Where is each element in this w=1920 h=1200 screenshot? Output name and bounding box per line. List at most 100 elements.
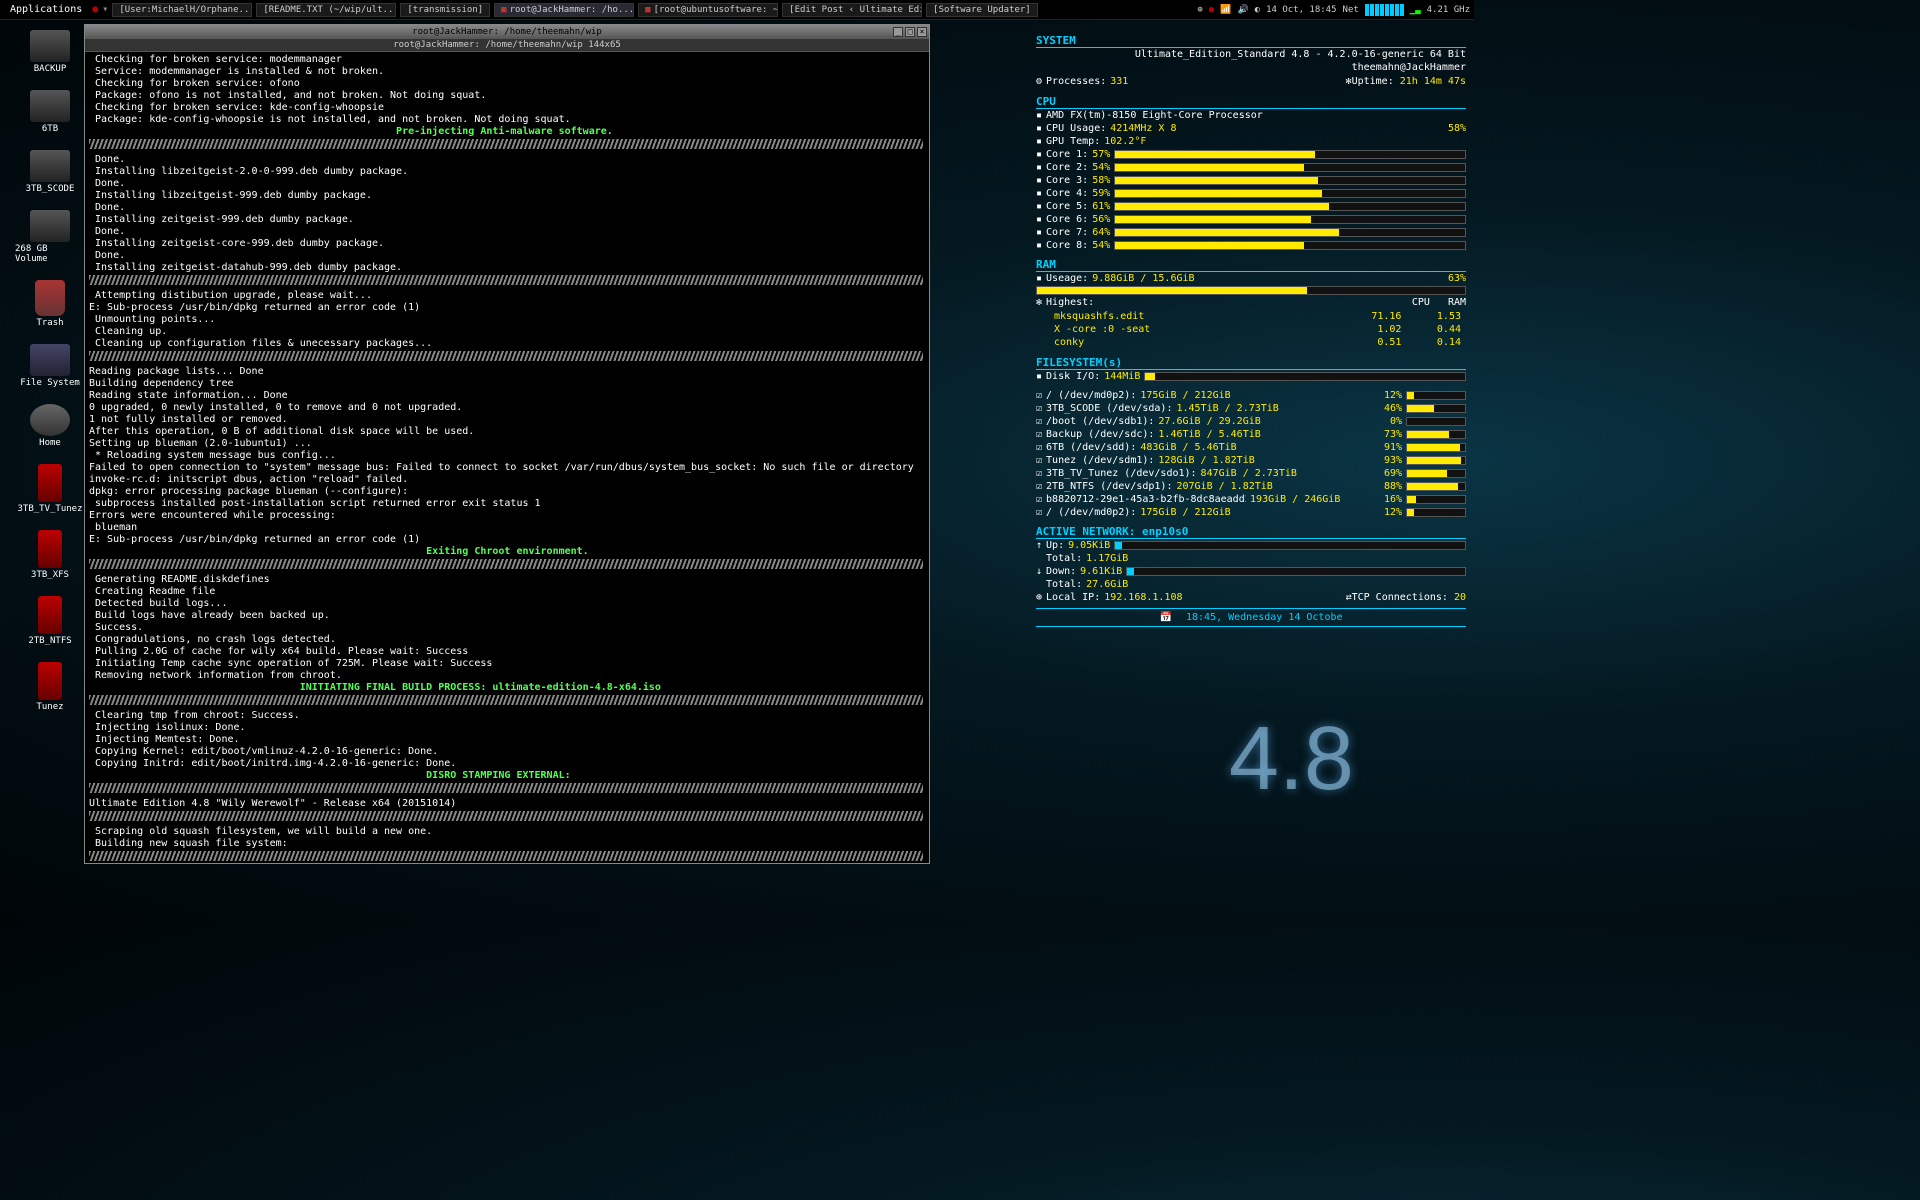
tcp-connections: 20 <box>1454 592 1466 603</box>
brand-version: 4.8 <box>1229 708 1354 811</box>
desktop-icon-2tb-ntfs[interactable]: 2TB_NTFS <box>15 596 85 646</box>
icon-label: 2TB_NTFS <box>28 636 71 646</box>
icon-label: 3TB_SCODE <box>26 184 75 194</box>
system-title: Ultimate_Edition_Standard 4.8 - 4.2.0-16… <box>1036 48 1466 61</box>
ram-usage: 9.88GiB / 15.6GiB <box>1092 273 1194 284</box>
taskbar-item[interactable]: [User:MichaelH/Orphane... <box>112 3 252 17</box>
icon-label: 3TB_XFS <box>31 570 69 580</box>
conky-datetime: 18:45, Wednesday 14 Octobe <box>1186 612 1343 623</box>
desktop-icon-file-system[interactable]: File System <box>15 344 85 388</box>
panel-icon[interactable]: ▾ <box>102 4 108 15</box>
tray-icon[interactable]: ⊕ <box>1197 5 1202 15</box>
panel-icon[interactable]: ● <box>92 4 98 15</box>
filesystem-row: ☑/ (/dev/md0p2): 175GiB / 212GiB12% <box>1036 506 1466 519</box>
cpu-freq: 4.21 GHz <box>1427 5 1470 15</box>
filesystem-row: ☑Backup (/dev/sdc): 1.46TiB / 5.46TiB73% <box>1036 428 1466 441</box>
taskbar: Applications ● ▾ [User:MichaelH/Orphane.… <box>0 0 1474 20</box>
top-processes: mksquashfs.edit71.161.53 X -core :0 -seat… <box>1036 309 1466 350</box>
icon-label: 3TB_TV_Tunez <box>17 504 82 514</box>
icon-label: Tunez <box>36 702 63 712</box>
cpu-core-row: ▪Core 1: 57% <box>1036 148 1466 161</box>
volume-icon[interactable]: 🔊 <box>1237 5 1248 15</box>
gpu-temp: 102.2°F <box>1104 136 1146 147</box>
desktop-icons: BACKUP 6TB 3TB_SCODE 268 GB Volume Trash File… <box>15 30 85 712</box>
cpu-core-row: ▪Core 4: 59% <box>1036 187 1466 200</box>
icon-label: BACKUP <box>34 64 67 74</box>
filesystem-row: ☑2TB_NTFS (/dev/sdp1): 207GiB / 1.82TiB8… <box>1036 480 1466 493</box>
filesystem-header: FILESYSTEM(s) <box>1036 356 1466 370</box>
terminal-output[interactable]: Checking for broken service: modemmanage… <box>85 52 929 863</box>
cpu-core-row: ▪Core 2: 54% <box>1036 161 1466 174</box>
clock[interactable]: 14 Oct, 18:45 <box>1266 5 1336 15</box>
process-row: conky0.510.14 <box>1038 337 1464 348</box>
tray-icon[interactable]: ● <box>1209 5 1214 15</box>
tray-icon[interactable]: ◐ <box>1255 5 1260 15</box>
filesystem-row: ☑/boot (/dev/sdb1): 27.6GiB / 29.2GiB0% <box>1036 415 1466 428</box>
filesystem-row: ☑6TB (/dev/sdd): 483GiB / 5.46TiB91% <box>1036 441 1466 454</box>
disk-io: 144MiB <box>1104 371 1140 382</box>
drive-icon <box>30 210 70 242</box>
system-user: theemahn@JackHammer <box>1036 61 1466 74</box>
taskbar-item[interactable]: [transmission] <box>400 3 490 17</box>
local-ip: 192.168.1.108 <box>1104 592 1182 603</box>
desktop-icon-backup[interactable]: BACKUP <box>15 30 85 74</box>
desktop-icon-6tb[interactable]: 6TB <box>15 90 85 134</box>
icon-label: Trash <box>36 318 63 328</box>
desktop-icon-3tb-xfs[interactable]: 3TB_XFS <box>15 530 85 580</box>
desktop-icon-tunez[interactable]: Tunez <box>15 662 85 712</box>
applications-menu[interactable]: Applications <box>4 3 88 16</box>
desktop-icon-3tb-scode[interactable]: 3TB_SCODE <box>15 150 85 194</box>
taskbar-item[interactable]: [Edit Post ‹ Ultimate Edi... <box>782 3 922 17</box>
drive-icon <box>30 150 70 182</box>
system-monitor: SYSTEM Ultimate_Edition_Standard 4.8 - 4… <box>1036 28 1466 627</box>
taskbar-item[interactable]: ■root@JackHammer: /ho... <box>494 3 634 17</box>
net-up-bar <box>1114 541 1466 550</box>
wifi-icon[interactable]: 📶 <box>1220 5 1231 15</box>
close-button[interactable]: × <box>917 27 927 37</box>
cpu-usage-pct: 58% <box>1448 123 1466 134</box>
cpu-meter-icon <box>1365 4 1404 16</box>
cpu-core-row: ▪Core 7: 64% <box>1036 226 1466 239</box>
drive-icon <box>38 596 62 634</box>
cpu-freq-value: 4214MHz X 8 <box>1110 123 1176 134</box>
filesystem-row: ☑3TB_SCODE (/dev/sda): 1.45TiB / 2.73TiB… <box>1036 402 1466 415</box>
net-up: 9.05KiB <box>1068 540 1110 551</box>
window-title: root@JackHammer: /home/theemahn/wip <box>412 27 602 37</box>
icon-label: 6TB <box>42 124 58 134</box>
ram-header: RAM <box>1036 258 1466 272</box>
drive-icon <box>30 404 70 436</box>
minimize-button[interactable]: _ <box>893 27 903 37</box>
filesystem-row: ☑/ (/dev/md0p2): 175GiB / 212GiB12% <box>1036 389 1466 402</box>
cpu-core-row: ▪Core 8: 54% <box>1036 239 1466 252</box>
taskbar-item[interactable]: [README.TXT (~/wip/ult... <box>256 3 396 17</box>
desktop-icon-3tb-tv-tunez[interactable]: 3TB_TV_Tunez <box>15 464 85 514</box>
desktop-icon-trash[interactable]: Trash <box>15 280 85 328</box>
net-up-total: 1.17GiB <box>1086 553 1128 564</box>
net-down-total: 27.6GiB <box>1086 579 1128 590</box>
cpu-graph-icon: ▁▃ <box>1410 5 1421 15</box>
cpu-core-row: ▪Core 6: 56% <box>1036 213 1466 226</box>
terminal-tab[interactable]: root@JackHammer: /home/theemahn/wip 144x… <box>85 39 929 52</box>
net-down-bar <box>1126 567 1466 576</box>
drive-icon <box>30 344 70 376</box>
process-row: mksquashfs.edit71.161.53 <box>1038 311 1464 322</box>
cpu-core-row: ▪Core 5: 61% <box>1036 200 1466 213</box>
ram-bar <box>1036 286 1466 295</box>
taskbar-item[interactable]: ■[root@ubuntusoftware: ~] <box>638 3 778 17</box>
desktop-icon-home[interactable]: Home <box>15 404 85 448</box>
desktop-icon-268-gb-volume[interactable]: 268 GB Volume <box>15 210 85 264</box>
taskbar-item[interactable]: [Software Updater] <box>926 3 1038 17</box>
network-header: ACTIVE NETWORK: enp10s0 <box>1036 525 1466 539</box>
icon-label: 268 GB Volume <box>15 244 85 264</box>
drive-icon <box>30 30 70 62</box>
terminal-titlebar[interactable]: root@JackHammer: /home/theemahn/wip _ □ … <box>85 25 929 39</box>
net-label: Net <box>1343 5 1359 15</box>
maximize-button[interactable]: □ <box>905 27 915 37</box>
drive-icon <box>38 464 62 502</box>
drive-icon <box>38 530 62 568</box>
uptime: 21h 14m 47s <box>1400 76 1466 87</box>
process-row: X -core :0 -seat1.020.44 <box>1038 324 1464 335</box>
process-count: 331 <box>1110 75 1128 88</box>
filesystem-row: ☑Tunez (/dev/sdm1): 128GiB / 1.82TiB93% <box>1036 454 1466 467</box>
drive-icon <box>38 662 62 700</box>
